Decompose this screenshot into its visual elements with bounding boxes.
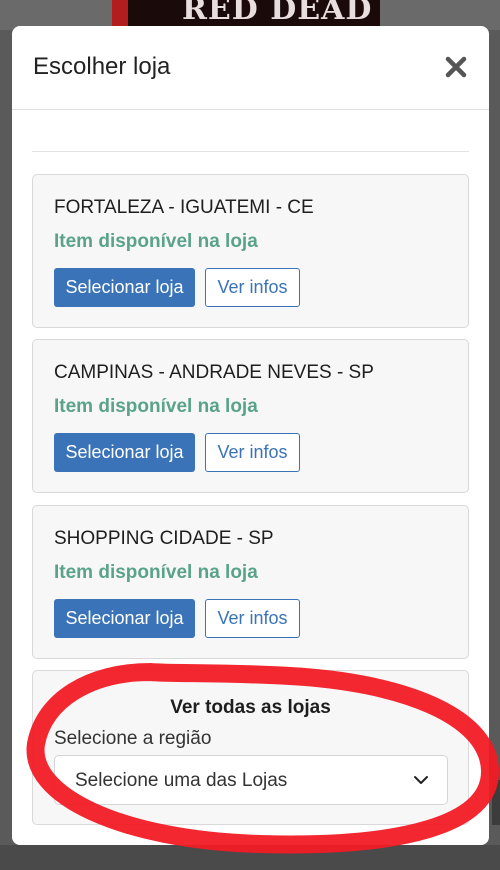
page-backdrop-bottom [0, 845, 500, 870]
store-card: SHOPPING CIDADE - SP Item disponível na … [32, 505, 469, 659]
scrollbar-thumb[interactable] [492, 780, 500, 825]
all-stores-title: Ver todas as lojas [170, 697, 331, 718]
modal-title: Escolher loja [33, 53, 171, 80]
availability-status: Item disponível na loja [54, 396, 258, 417]
view-info-button[interactable]: Ver infos [205, 268, 300, 307]
all-stores-section: Ver todas as lojas Selecione a região Se… [32, 670, 469, 825]
view-info-button[interactable]: Ver infos [205, 433, 300, 472]
game-cover-image: RED DEAD [112, 0, 380, 26]
availability-status: Item disponível na loja [54, 562, 258, 583]
cover-title: RED DEAD [182, 0, 373, 26]
availability-status: Item disponível na loja [54, 231, 258, 252]
store-select-dropdown[interactable]: Selecione uma das Lojas [54, 755, 448, 805]
close-icon[interactable] [441, 52, 471, 82]
cover-stripe [112, 0, 128, 26]
store-name: FORTALEZA - IGUATEMI - CE [54, 197, 314, 218]
store-card: FORTALEZA - IGUATEMI - CE Item disponíve… [32, 174, 469, 328]
store-card: CAMPINAS - ANDRADE NEVES - SP Item dispo… [32, 339, 469, 493]
select-store-button[interactable]: Selecionar loja [54, 268, 195, 307]
view-info-button[interactable]: Ver infos [205, 599, 300, 638]
modal-header: Escolher loja [12, 26, 489, 110]
select-store-button[interactable]: Selecionar loja [54, 433, 195, 472]
region-label: Selecione a região [54, 728, 212, 749]
store-select-value: Selecione uma das Lojas [75, 770, 288, 791]
store-name: CAMPINAS - ANDRADE NEVES - SP [54, 362, 374, 383]
select-store-button[interactable]: Selecionar loja [54, 599, 195, 638]
divider [32, 151, 469, 152]
store-picker-modal: Escolher loja FORTALEZA - IGUATEMI - CE … [12, 26, 489, 845]
store-name: SHOPPING CIDADE - SP [54, 528, 274, 549]
chevron-down-icon [413, 772, 429, 788]
